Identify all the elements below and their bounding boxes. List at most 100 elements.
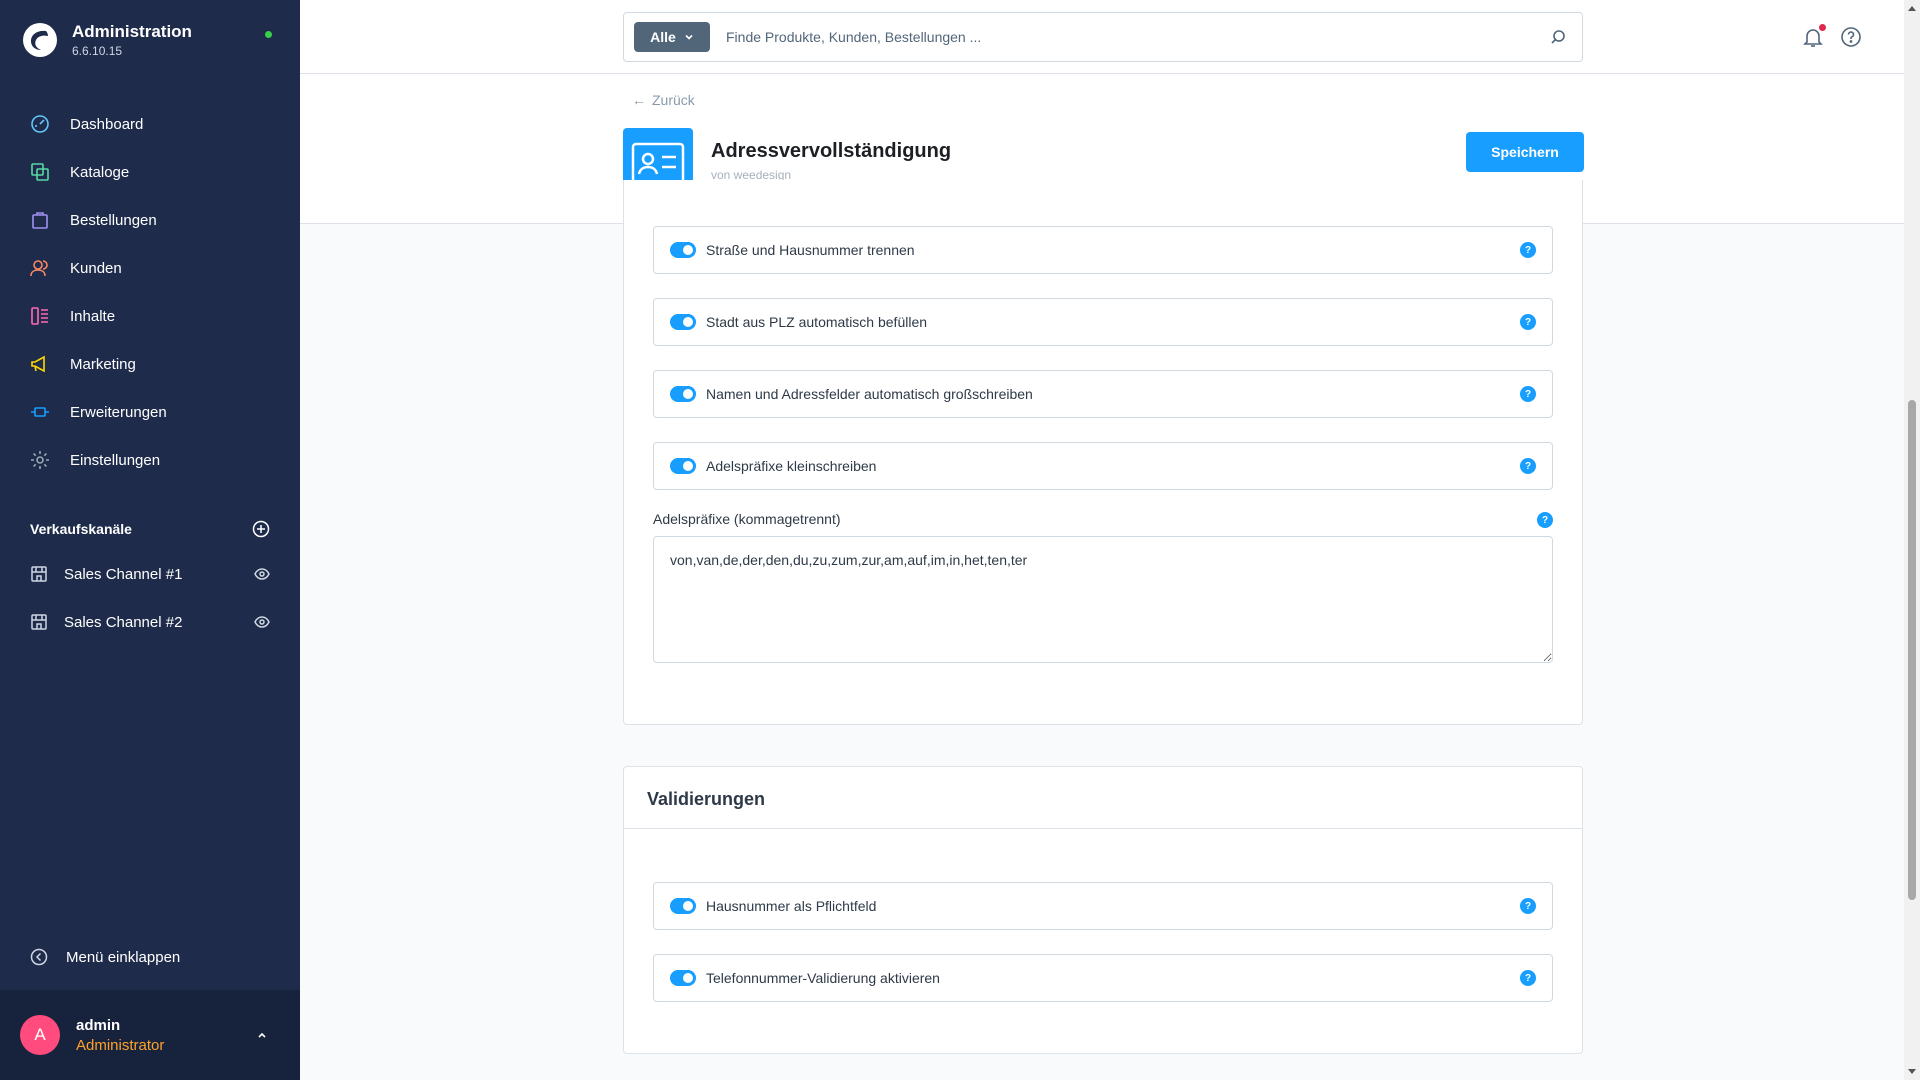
sidebar-item-label: Bestellungen <box>70 211 157 229</box>
divider <box>624 828 1582 829</box>
main-nav: Dashboard Kataloge Bestellungen Kunden I… <box>0 100 300 484</box>
chevron-down-icon <box>685 34 693 40</box>
toggle-row-capitalize: Namen und Adressfelder automatisch großs… <box>653 370 1553 418</box>
toggle-switch[interactable] <box>670 458 696 474</box>
global-search: Alle <box>623 12 1583 62</box>
back-link[interactable]: ← Zurück <box>632 92 695 108</box>
sidebar-item-label: Kataloge <box>70 163 130 181</box>
eye-icon[interactable] <box>254 566 270 582</box>
sidebar-item-customers[interactable]: Kunden <box>0 244 300 292</box>
help-icon[interactable]: ? <box>1520 242 1536 258</box>
toggle-row-phone-validation: Telefonnummer-Validierung aktivieren ? <box>653 954 1553 1002</box>
help-icon[interactable]: ? <box>1520 970 1536 986</box>
chevron-up-icon[interactable] <box>256 1029 268 1041</box>
toggle-label: Namen und Adressfelder automatisch großs… <box>706 386 1033 402</box>
sidebar-item-settings[interactable]: Einstellungen <box>0 436 300 484</box>
toggle-switch[interactable] <box>670 898 696 914</box>
scroll-up-arrow[interactable] <box>1908 6 1916 11</box>
toggle-switch[interactable] <box>670 970 696 986</box>
sales-channel-label: Sales Channel #1 <box>64 565 183 583</box>
toggle-label: Telefonnummer-Validierung aktivieren <box>706 970 940 986</box>
help-icon[interactable]: ? <box>1520 898 1536 914</box>
arrow-left-icon: ← <box>632 92 646 108</box>
sales-channel-item-1[interactable]: Sales Channel #1 <box>0 550 300 598</box>
catalog-icon <box>31 163 49 181</box>
shopware-logo-icon <box>23 23 57 57</box>
topbar: Alle <box>300 0 1904 74</box>
toggle-row-house-number-required: Hausnummer als Pflichtfeld ? <box>653 882 1553 930</box>
add-circle-icon[interactable] <box>252 520 270 538</box>
toggle-row-city-from-zip: Stadt aus PLZ automatisch befüllen ? <box>653 298 1553 346</box>
dashboard-icon <box>31 115 49 133</box>
toggle-label: Adelspräfixe kleinschreiben <box>706 458 877 474</box>
help-button[interactable] <box>1840 26 1862 53</box>
help-icon[interactable]: ? <box>1520 314 1536 330</box>
toggle-switch[interactable] <box>670 242 696 258</box>
toggle-label: Hausnummer als Pflichtfeld <box>706 898 877 914</box>
sidebar-item-content[interactable]: Inhalte <box>0 292 300 340</box>
toggle-label: Stadt aus PLZ automatisch befüllen <box>706 314 928 330</box>
scroll-thumb[interactable] <box>1908 400 1916 900</box>
sidebar-item-catalogs[interactable]: Kataloge <box>0 148 300 196</box>
brand-version: 6.6.10.15 <box>72 44 123 58</box>
help-icon[interactable]: ? <box>1520 386 1536 402</box>
address-card-icon <box>631 142 685 184</box>
sidebar-item-label: Inhalte <box>70 307 116 325</box>
search-type-label: Alle <box>650 29 676 45</box>
sidebar-item-marketing[interactable]: Marketing <box>0 340 300 388</box>
toggle-switch[interactable] <box>670 314 696 330</box>
user-name: admin <box>76 1016 121 1034</box>
card-title: Validierungen <box>647 789 766 809</box>
sidebar-item-label: Marketing <box>70 355 136 373</box>
chevron-left-circle-icon <box>30 948 48 966</box>
settings-icon <box>31 451 49 469</box>
search-icon[interactable] <box>1550 29 1566 45</box>
sales-channels-header: Verkaufskanäle <box>30 520 270 538</box>
page-title: Adressvervollständigung <box>711 140 952 162</box>
help-icon[interactable]: ? <box>1537 512 1553 528</box>
page-scrollbar[interactable] <box>1904 0 1920 1080</box>
validation-card: Validierungen Hausnummer als Pflichtfeld… <box>623 766 1583 1054</box>
toggle-switch[interactable] <box>670 386 696 402</box>
search-type-dropdown[interactable]: Alle <box>634 22 710 52</box>
content-icon <box>31 307 48 325</box>
nobility-prefix-textarea[interactable]: von,van,de,der,den,du,zu,zum,zur,am,auf,… <box>653 536 1553 663</box>
toggle-label: Straße und Hausnummer trennen <box>706 242 915 258</box>
back-label: Zurück <box>652 92 695 108</box>
sidebar-item-label: Kunden <box>70 259 122 277</box>
sidebar-item-extensions[interactable]: Erweiterungen <box>0 388 300 436</box>
sidebar: Administration 6.6.10.15 Dashboard Katal… <box>0 0 300 1080</box>
sales-channel-item-2[interactable]: Sales Channel #2 <box>0 598 300 646</box>
collapse-menu-button[interactable]: Menü einklappen <box>30 948 180 966</box>
marketing-icon <box>31 355 45 373</box>
status-dot <box>265 31 272 38</box>
settings-card: Straße und Hausnummer trennen ? Stadt au… <box>623 180 1583 725</box>
storefront-icon <box>31 614 47 630</box>
sidebar-item-dashboard[interactable]: Dashboard <box>0 100 300 148</box>
sidebar-item-label: Dashboard <box>70 115 144 133</box>
help-circle-icon <box>1841 27 1861 47</box>
storefront-icon <box>31 566 47 582</box>
toggle-row-split-street: Straße und Hausnummer trennen ? <box>653 226 1553 274</box>
help-icon[interactable]: ? <box>1520 458 1536 474</box>
notification-badge <box>1819 24 1826 31</box>
sidebar-item-orders[interactable]: Bestellungen <box>0 196 300 244</box>
toggle-row-nobility-lowercase: Adelspräfixe kleinschreiben ? <box>653 442 1553 490</box>
search-input[interactable] <box>726 17 1550 57</box>
sales-channels-title: Verkaufskanäle <box>30 521 132 537</box>
brand-title: Administration <box>72 22 192 41</box>
scroll-down-arrow[interactable] <box>1908 1069 1916 1074</box>
notifications-button[interactable] <box>1802 24 1826 53</box>
prefix-field-label: Adelspräfixe (kommagetrennt) <box>653 511 841 527</box>
sidebar-item-label: Erweiterungen <box>70 403 167 421</box>
user-menu[interactable]: A admin Administrator <box>0 990 300 1080</box>
save-button[interactable]: Speichern <box>1466 132 1584 172</box>
brand[interactable]: Administration 6.6.10.15 <box>22 22 192 58</box>
extensions-icon <box>31 407 49 417</box>
sales-channel-label: Sales Channel #2 <box>64 613 183 631</box>
sales-channel-list: Sales Channel #1 Sales Channel #2 <box>0 550 300 646</box>
orders-icon <box>32 212 48 229</box>
eye-icon[interactable] <box>254 614 270 630</box>
sidebar-item-label: Einstellungen <box>70 451 161 469</box>
customers-icon <box>30 260 48 277</box>
